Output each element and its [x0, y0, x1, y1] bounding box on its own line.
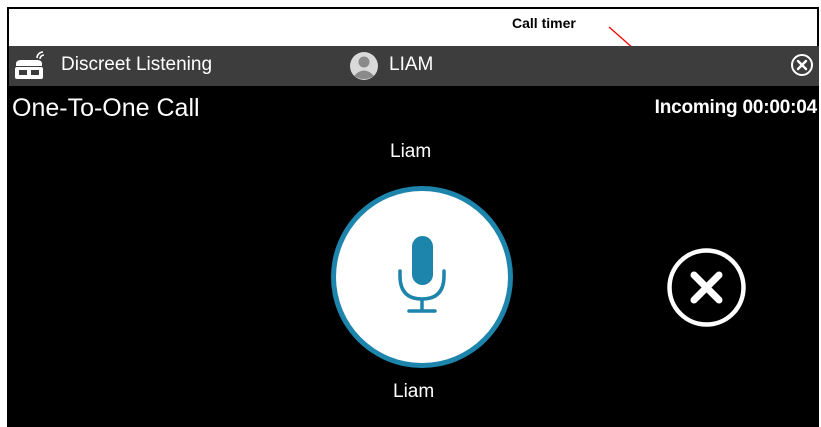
end-call-button[interactable] [665, 246, 748, 329]
end-call-x-icon [690, 271, 723, 304]
close-circle-icon[interactable] [790, 53, 814, 77]
user-avatar-icon [350, 52, 378, 80]
call-type-title: One-To-One Call [12, 94, 200, 122]
call-panel: One-To-One Call Incoming 00:00:04 Liam L… [9, 86, 819, 427]
participant-name-top: Liam [390, 141, 432, 162]
call-timer: Incoming 00:00:04 [654, 97, 818, 118]
user-name: LIAM [389, 54, 434, 75]
title-bar: Discreet Listening LIAM [9, 46, 819, 86]
discreet-listening-icon [15, 51, 45, 79]
participant-name-bottom: Liam [393, 381, 435, 402]
app-title: Discreet Listening [61, 54, 213, 75]
microphone-button[interactable] [327, 182, 517, 372]
